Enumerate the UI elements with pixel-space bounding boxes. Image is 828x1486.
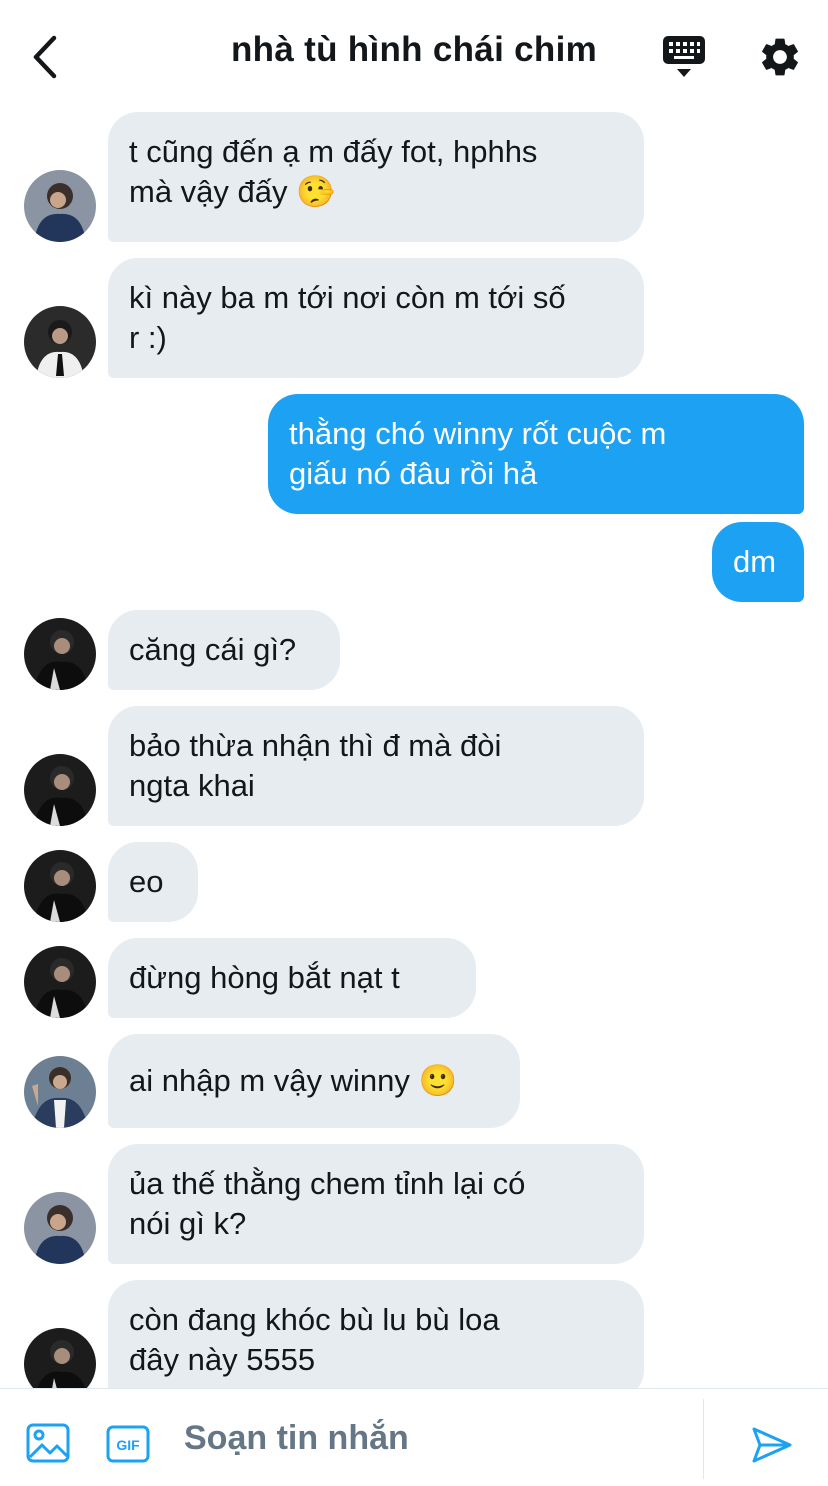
conversation-header: nhà tù hình chái chim: [0, 0, 828, 112]
incoming-message[interactable]: kì này ba m tới nơi còn m tới số r :): [108, 258, 644, 378]
avatar[interactable]: [24, 946, 96, 1018]
settings-button[interactable]: [757, 34, 803, 80]
add-image-button[interactable]: [26, 1423, 70, 1463]
keyboard-button[interactable]: [660, 34, 708, 80]
incoming-message[interactable]: t cũng đến ạ m đấy fot, hphhs mà vậy đấy…: [108, 112, 644, 242]
avatar[interactable]: [24, 1192, 96, 1264]
incoming-message[interactable]: căng cái gì?: [108, 610, 340, 690]
message-row: bảo thừa nhận thì đ mà đòi ngta khai: [0, 706, 828, 826]
message-row: t cũng đến ạ m đấy fot, hphhs mà vậy đấy…: [0, 112, 828, 242]
keyboard-icon: [663, 36, 705, 77]
message-composer: GIF: [0, 1388, 828, 1486]
gif-icon: GIF: [106, 1425, 150, 1463]
message-row: đừng hòng bắt nạt t: [0, 938, 828, 1018]
incoming-message[interactable]: đừng hòng bắt nạt t: [108, 938, 476, 1018]
message-row: ai nhập m vậy winny 🙂: [0, 1034, 828, 1128]
message-input[interactable]: [184, 1419, 684, 1458]
avatar[interactable]: [24, 618, 96, 690]
avatar[interactable]: [24, 1328, 96, 1388]
message-row: căng cái gì?: [0, 610, 828, 690]
gear-icon: [762, 38, 798, 76]
message-list[interactable]: t cũng đến ạ m đấy fot, hphhs mà vậy đấy…: [0, 112, 828, 1388]
avatar[interactable]: [24, 170, 96, 242]
incoming-message[interactable]: ai nhập m vậy winny 🙂: [108, 1034, 520, 1128]
message-row: kì này ba m tới nơi còn m tới số r :): [0, 258, 828, 378]
send-icon: [752, 1427, 792, 1463]
add-gif-button[interactable]: GIF: [106, 1425, 150, 1463]
image-icon: [26, 1423, 70, 1463]
incoming-message[interactable]: eo: [108, 842, 198, 922]
outgoing-message[interactable]: dm: [712, 522, 804, 602]
avatar[interactable]: [24, 306, 96, 378]
message-row: eo: [0, 842, 828, 922]
message-row: ủa thế thằng chem tỉnh lại có nói gì k?: [0, 1144, 828, 1264]
message-row: còn đang khóc bù lu bù loa đây này 5555: [0, 1280, 828, 1388]
message-row: dm: [0, 522, 828, 602]
incoming-message[interactable]: còn đang khóc bù lu bù loa đây này 5555: [108, 1280, 644, 1388]
avatar[interactable]: [24, 850, 96, 922]
incoming-message[interactable]: ủa thế thằng chem tỉnh lại có nói gì k?: [108, 1144, 644, 1264]
svg-text:GIF: GIF: [116, 1437, 140, 1453]
avatar[interactable]: [24, 1056, 96, 1128]
message-row: thằng chó winny rốt cuộc m giấu nó đâu r…: [0, 394, 828, 514]
outgoing-message[interactable]: thằng chó winny rốt cuộc m giấu nó đâu r…: [268, 394, 804, 514]
send-button[interactable]: [750, 1425, 794, 1465]
incoming-message[interactable]: bảo thừa nhận thì đ mà đòi ngta khai: [108, 706, 644, 826]
divider: [703, 1399, 704, 1479]
avatar[interactable]: [24, 754, 96, 826]
